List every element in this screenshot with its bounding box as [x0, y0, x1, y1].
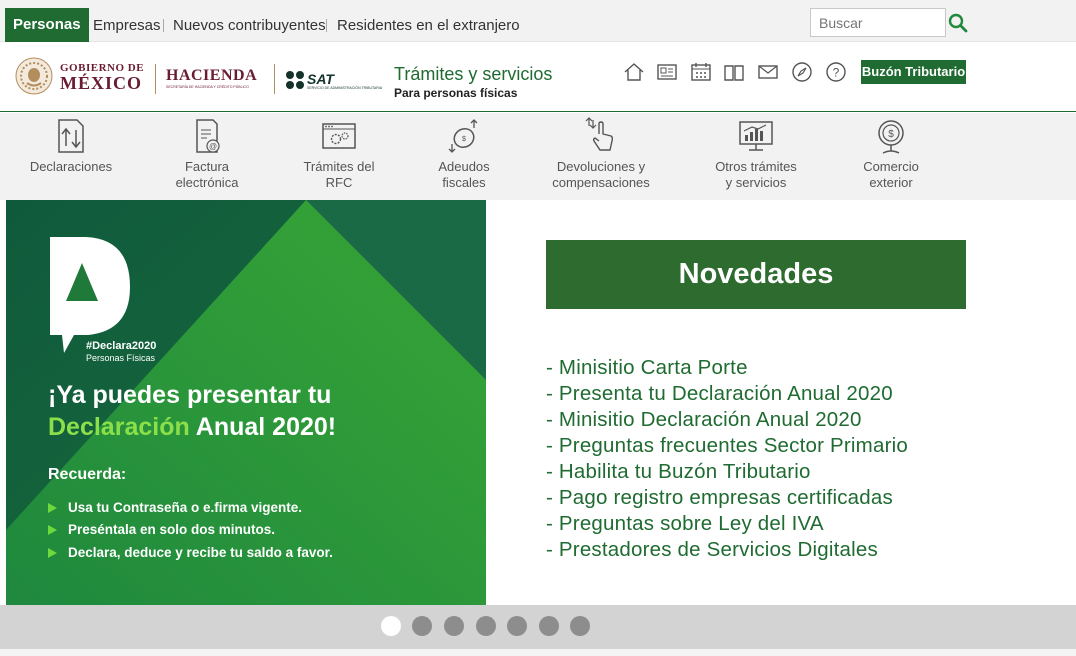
devoluciones-icon — [585, 117, 614, 151]
svg-text:$: $ — [888, 129, 894, 140]
service-factura-electronica[interactable]: @ Factura electrónica — [142, 113, 272, 191]
carousel-dot[interactable] — [570, 616, 590, 636]
play-bullet-icon — [48, 548, 57, 558]
banner-bullet: Declara, deduce y recibe tu saldo a favo… — [48, 545, 333, 560]
home-icon[interactable] — [623, 61, 645, 83]
page-subtitle: Para personas físicas — [394, 86, 518, 100]
carousel-dot[interactable] — [444, 616, 464, 636]
tab-personas[interactable]: Personas — [5, 8, 89, 42]
service-otros-tramites[interactable]: Otros trámites y servicios — [691, 113, 821, 191]
sat-logo-text[interactable]: SAT — [307, 71, 334, 87]
page-title: Trámites y servicios — [394, 64, 553, 84]
service-label: Adeudos fiscales — [438, 159, 490, 190]
service-label: Otros trámites y servicios — [715, 159, 797, 190]
service-label: Declaraciones — [29, 159, 113, 174]
help-icon[interactable]: ? — [825, 61, 847, 83]
novedades-link[interactable]: - Habilita tu Buzón Tributario — [546, 459, 908, 485]
calendar-icon[interactable] — [690, 61, 712, 83]
novedades-link[interactable]: - Minisitio Carta Porte — [546, 355, 908, 381]
tab-nuevos-contribuyentes[interactable]: Nuevos contribuyentes — [173, 16, 326, 36]
carousel-dot[interactable] — [476, 616, 496, 636]
service-declaraciones[interactable]: Declaraciones — [6, 113, 136, 175]
novedades-list: - Minisitio Carta Porte - Presenta tu De… — [546, 355, 908, 563]
services-icon-bar: Declaraciones @ Factura electrónica Trám… — [0, 113, 1076, 200]
rfc-icon — [322, 123, 356, 149]
service-devoluciones[interactable]: Devoluciones y compensaciones — [536, 113, 666, 191]
declaraciones-icon — [58, 119, 84, 153]
novedades-link[interactable]: - Preguntas frecuentes Sector Primario — [546, 433, 908, 459]
search-icon[interactable] — [947, 11, 969, 35]
hacienda-logo-text[interactable]: HACIENDA — [166, 67, 257, 85]
novedades-title: Novedades — [546, 240, 966, 309]
service-label: Factura electrónica — [175, 159, 239, 190]
service-tramites-rfc[interactable]: Trámites del RFC — [274, 113, 404, 191]
service-label: Devoluciones y compensaciones — [552, 159, 650, 190]
site-header: GOBIERNO DE MÉXICO HACIENDA SECRETARÍA D… — [0, 42, 1076, 112]
comercio-exterior-icon: $ — [878, 120, 904, 154]
carousel-dot[interactable] — [507, 616, 527, 636]
carousel-dot[interactable] — [539, 616, 559, 636]
factura-icon: @ — [196, 119, 220, 153]
service-label: Comercio exterior — [863, 159, 919, 190]
play-bullet-icon — [48, 525, 57, 535]
buzon-tributario-button[interactable]: Buzón Tributario — [861, 60, 966, 84]
mail-icon[interactable] — [757, 61, 779, 83]
banner-bullet: Usa tu Contraseña o e.firma vigente. — [48, 500, 302, 515]
carousel-dot[interactable] — [412, 616, 432, 636]
carousel-dot[interactable] — [381, 616, 401, 636]
service-adeudos-fiscales[interactable]: $ Adeudos fiscales — [399, 113, 529, 191]
banner-hashtag: #Declara2020 — [86, 340, 157, 352]
bullet-text: Declara, deduce y recibe tu saldo a favo… — [68, 545, 333, 560]
service-label: Trámites del RFC — [303, 159, 375, 190]
sat-logo-icon — [286, 71, 304, 89]
search-input[interactable] — [810, 8, 946, 37]
nav-divider — [326, 19, 327, 32]
adeudos-icon: $ — [448, 119, 478, 153]
compass-icon[interactable] — [791, 61, 813, 83]
banner-bullet: Preséntala en solo dos minutos. — [48, 522, 275, 537]
news-icon[interactable] — [656, 61, 678, 83]
novedades-link[interactable]: - Minisitio Declaración Anual 2020 — [546, 407, 908, 433]
banner-headline-line1: ¡Ya puedes presentar tu — [48, 381, 332, 409]
bullet-text: Preséntala en solo dos minutos. — [68, 522, 276, 537]
novedades-link[interactable]: - Pago registro empresas certificadas — [546, 485, 908, 511]
banner-headline-line2: Declaración Anual 2020! — [48, 413, 336, 442]
banner-recuerda: Recuerda: — [48, 466, 127, 483]
otros-tramites-icon — [739, 121, 773, 151]
svg-text:$: $ — [462, 136, 466, 143]
novedades-link[interactable]: - Preguntas sobre Ley del IVA — [546, 511, 908, 537]
banner-highlight: Declaración — [48, 413, 190, 441]
tab-residentes-extranjero[interactable]: Residentes en el extranjero — [337, 16, 520, 36]
svg-text:@: @ — [209, 142, 217, 151]
logo-divider — [274, 64, 275, 94]
logo-divider — [155, 64, 156, 94]
carousel-pager — [0, 605, 1076, 649]
bullet-text: Usa tu Contraseña o e.firma vigente. — [68, 500, 303, 515]
mexico-text: MÉXICO — [60, 73, 142, 93]
banner-headline-rest: Anual 2020! — [189, 413, 337, 441]
service-comercio-exterior[interactable]: $ Comercio exterior — [826, 113, 956, 191]
banner-hashtag-subtitle: Personas Físicas — [86, 353, 156, 363]
tab-empresas[interactable]: Empresas — [93, 16, 161, 36]
page-bottom-strip — [0, 649, 1076, 656]
declara-logo-icon — [50, 237, 130, 353]
novedades-link[interactable]: - Prestadores de Servicios Digitales — [546, 537, 908, 563]
play-bullet-icon — [48, 503, 57, 513]
novedades-link[interactable]: - Presenta tu Declaración Anual 2020 — [546, 381, 908, 407]
top-navigation: Personas Empresas Nuevos contribuyentes … — [0, 0, 1076, 42]
svg-text:?: ? — [833, 66, 840, 80]
hacienda-subtitle: SECRETARÍA DE HACIENDA Y CRÉDITO PÚBLICO — [166, 85, 249, 89]
nav-divider — [163, 19, 164, 32]
book-icon[interactable] — [723, 61, 745, 83]
escudo-nacional-icon[interactable] — [15, 57, 53, 95]
declara2020-banner[interactable]: #Declara2020 Personas Físicas ¡Ya puedes… — [6, 200, 486, 605]
sat-subtitle: SERVICIO DE ADMINISTRACIÓN TRIBUTARIA — [307, 86, 383, 90]
